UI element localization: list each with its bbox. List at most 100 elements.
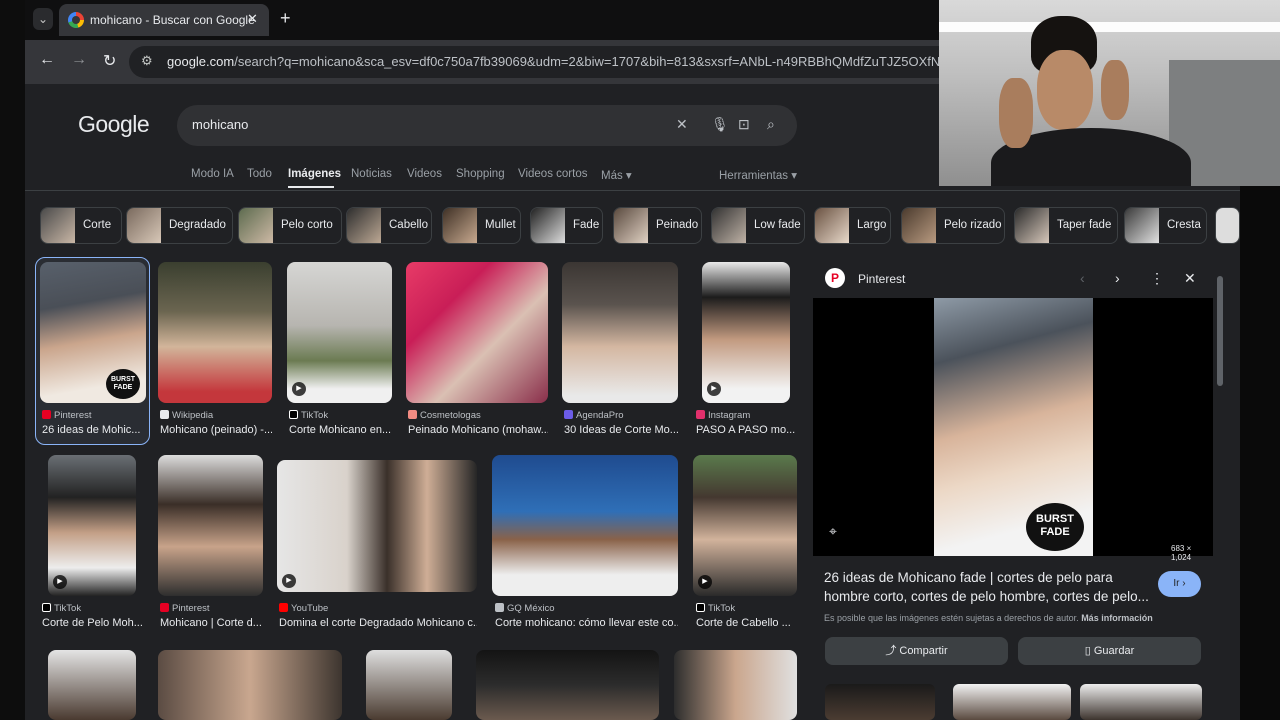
result-image[interactable]	[476, 650, 659, 720]
result-title[interactable]: Corte mohicano: cómo llevar este co...	[495, 617, 678, 629]
panel-source[interactable]: Pinterest	[858, 272, 905, 286]
result-image[interactable]	[158, 262, 272, 403]
result-title[interactable]: PASO A PASO mo...	[696, 424, 796, 436]
related-image[interactable]	[1080, 684, 1202, 720]
next-icon[interactable]: ›	[1115, 270, 1120, 286]
result-image[interactable]: ▶	[693, 455, 797, 596]
chip-fade[interactable]: Fade	[530, 207, 603, 244]
camera-lens-icon[interactable]: ⊡	[738, 116, 750, 133]
preview-image[interactable]: BURST FADE	[934, 298, 1093, 556]
address-url: google.com/search?q=mohicano&sca_esv=df0…	[167, 54, 966, 69]
share-button[interactable]: ⤴ Compartir	[825, 637, 1008, 665]
chip-thumbnail	[815, 208, 849, 243]
filter-imagenes[interactable]: Imágenes	[288, 168, 341, 180]
result-image[interactable]	[406, 262, 548, 403]
copyright-text: Es posible que las imágenes estén sujeta…	[824, 613, 1079, 623]
chip-label: Low fade	[754, 219, 801, 231]
result-title[interactable]: Corte de Cabello ...	[696, 617, 796, 629]
result-image[interactable]	[48, 650, 136, 720]
result-title[interactable]: Peinado Mohicano (mohaw...	[408, 424, 548, 436]
source-name: TikTok	[54, 603, 82, 614]
filter-todo[interactable]: Todo	[247, 168, 272, 180]
tiktok-icon	[696, 603, 705, 612]
chip-partial[interactable]	[1215, 207, 1240, 244]
filter-mas[interactable]: Más ▾	[601, 168, 632, 182]
chip-cresta[interactable]: Cresta	[1124, 207, 1207, 244]
chip-pelo-rizado[interactable]: Pelo rizado	[901, 207, 1005, 244]
filter-videos[interactable]: Videos	[407, 168, 442, 180]
tab-search-button[interactable]: ⌄	[33, 8, 53, 30]
filter-noticias[interactable]: Noticias	[351, 168, 392, 180]
webcam-person-arm	[1101, 60, 1129, 120]
related-image[interactable]	[825, 684, 935, 720]
more-info-link[interactable]: Más información	[1081, 613, 1153, 623]
result-source: TikTok	[696, 603, 735, 614]
previous-icon[interactable]: ‹	[1080, 270, 1085, 286]
result-title[interactable]: Corte de Pelo Moh...	[42, 617, 142, 629]
chip-corte[interactable]: Corte	[40, 207, 122, 244]
related-image[interactable]	[953, 684, 1071, 720]
reload-icon[interactable]: ↻	[103, 51, 116, 71]
result-image[interactable]	[492, 455, 678, 596]
visit-button[interactable]: Ir ›	[1158, 571, 1201, 597]
result-image[interactable]	[366, 650, 452, 720]
share-icon: ⤴	[885, 645, 900, 657]
scrollbar-thumb[interactable]	[1217, 276, 1223, 386]
site-info-icon[interactable]: ⚙	[141, 53, 153, 69]
chip-degradado[interactable]: Degradado	[126, 207, 233, 244]
chip-pelo-corto[interactable]: Pelo corto	[238, 207, 342, 244]
result-image[interactable]: ▶	[287, 262, 392, 403]
microphone-icon[interactable]: 🎙	[711, 116, 729, 133]
filter-modo-ia[interactable]: Modo IA	[191, 168, 234, 180]
chip-low-fade[interactable]: Low fade	[711, 207, 805, 244]
chip-taper-fade[interactable]: Taper fade	[1014, 207, 1118, 244]
chip-label: Degradado	[169, 219, 226, 231]
chip-label: Taper fade	[1057, 219, 1112, 231]
filter-videos-cortos[interactable]: Videos cortos	[518, 168, 587, 180]
result-image[interactable]	[674, 650, 797, 720]
forward-arrow-icon[interactable]: →	[71, 51, 87, 69]
filter-shopping[interactable]: Shopping	[456, 168, 505, 180]
chip-mullet[interactable]: Mullet	[442, 207, 521, 244]
share-label: Compartir	[899, 645, 948, 657]
save-button[interactable]: ▯ Guardar	[1018, 637, 1201, 665]
result-image[interactable]: BURST FADE	[40, 262, 146, 403]
close-icon[interactable]: ✕	[1184, 270, 1196, 287]
result-image[interactable]	[158, 455, 263, 596]
webcam-person-face	[1037, 50, 1093, 130]
result-image[interactable]: ▶	[702, 262, 790, 403]
chip-thumbnail	[1125, 208, 1159, 243]
chip-cabello[interactable]: Cabello	[346, 207, 432, 244]
chip-label: Pelo rizado	[944, 219, 1002, 231]
result-title[interactable]: Domina el corte Degradado Mohicano c...	[279, 617, 477, 629]
clear-icon[interactable]: ✕	[676, 116, 688, 133]
panel-scrollbar[interactable]	[1216, 262, 1224, 702]
google-logo[interactable]: Google	[78, 111, 150, 138]
source-name: AgendaPro	[576, 410, 624, 421]
search-icon[interactable]: ⌕	[767, 116, 775, 133]
result-title[interactable]: Mohicano | Corte d...	[160, 617, 263, 629]
result-image[interactable]	[562, 262, 678, 403]
tab-active[interactable]: mohicano - Buscar con Google ✕	[59, 4, 269, 36]
new-tab-icon[interactable]: +	[280, 8, 291, 29]
chip-largo[interactable]: Largo	[814, 207, 891, 244]
result-title[interactable]: Mohicano (peinado) -...	[160, 424, 272, 436]
search-box[interactable]: mohicano ✕ 🎙 ⊡ ⌕	[177, 105, 797, 146]
result-image[interactable]: ▶	[48, 455, 136, 596]
more-options-icon[interactable]: ⋮	[1150, 270, 1164, 287]
image-dimensions: 683 × 1,024	[1171, 544, 1192, 562]
panel-title[interactable]: 26 ideas de Mohicano fade | cortes de pe…	[824, 568, 1154, 606]
lens-icon[interactable]: ⌖	[829, 523, 837, 540]
chip-thumbnail	[41, 208, 75, 243]
close-tab-icon[interactable]: ✕	[247, 11, 258, 27]
chip-peinado[interactable]: Peinado	[613, 207, 702, 244]
result-title[interactable]: Corte Mohicano en...	[289, 424, 392, 436]
tools-button[interactable]: Herramientas ▾	[719, 168, 797, 182]
result-title[interactable]: 26 ideas de Mohic...	[42, 424, 142, 436]
back-arrow-icon[interactable]: ←	[39, 51, 55, 69]
search-input[interactable]: mohicano	[192, 117, 248, 132]
result-image[interactable]	[158, 650, 342, 720]
result-title[interactable]: 30 Ideas de Corte Mo...	[564, 424, 678, 436]
result-image[interactable]: ▶	[277, 460, 477, 592]
play-icon: ▶	[282, 574, 296, 588]
